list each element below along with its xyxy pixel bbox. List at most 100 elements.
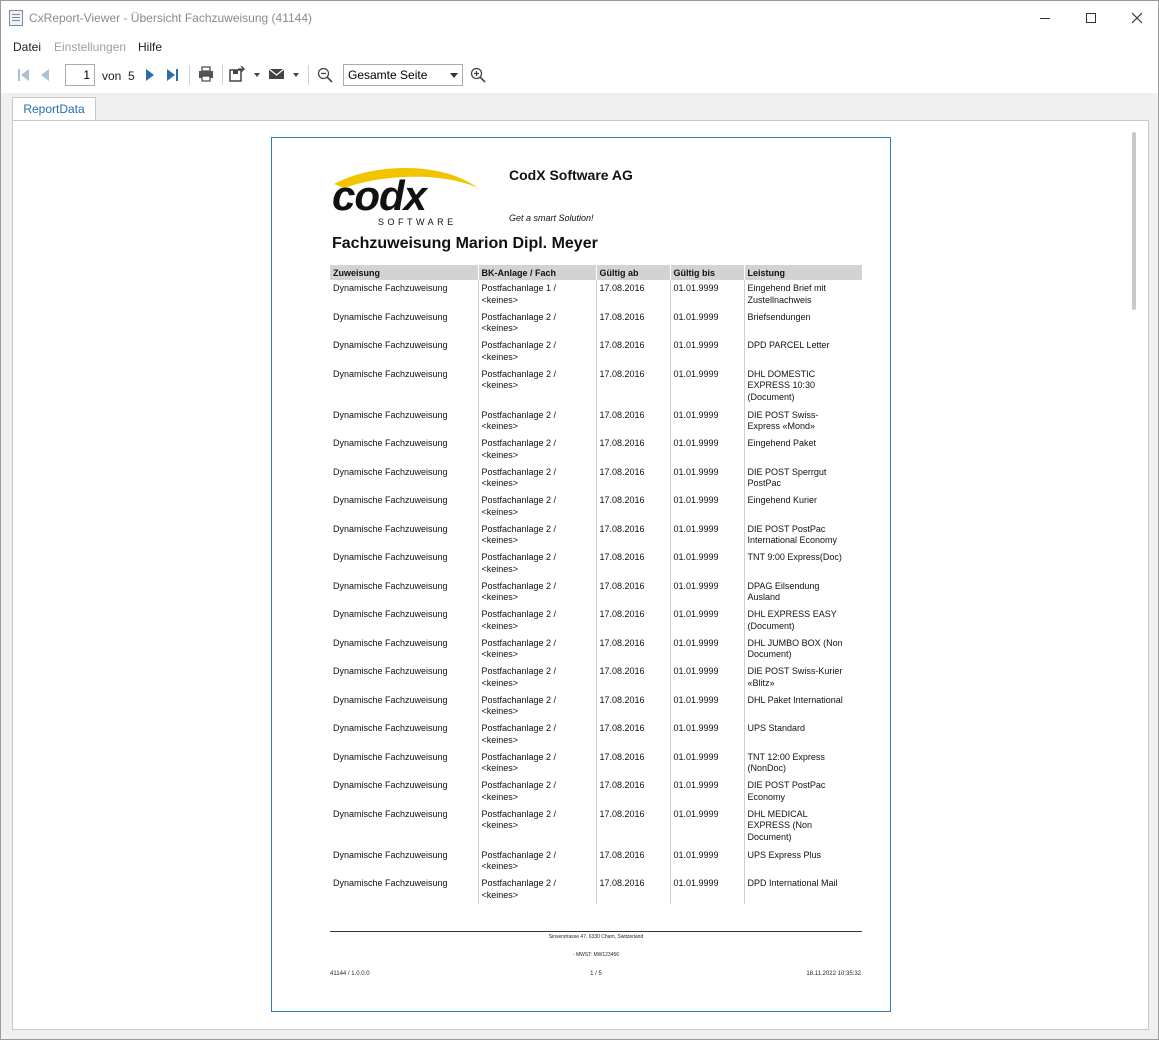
table-cell: DIE POST Swiss-Kurier «Blitz» [747, 666, 843, 688]
table-cell: 17.08.2016 [596, 663, 671, 692]
email-button[interactable] [268, 66, 302, 82]
table-cell: 17.08.2016 [596, 463, 671, 492]
previous-page-button[interactable] [39, 67, 51, 83]
table-cell: Postfachanlage 2 / <keines> [478, 748, 597, 777]
table-cell: 17.08.2016 [596, 846, 671, 875]
table-row: Dynamische Fachzuweisung Postfachanlage 2… [330, 337, 862, 366]
table-cell: Dynamische Fachzuweisung [330, 520, 479, 549]
table-cell: 01.01.9999 [670, 463, 745, 492]
last-page-icon [167, 69, 178, 81]
next-page-button[interactable] [144, 67, 156, 83]
table-cell: Postfachanlage 2 / <keines> [478, 492, 597, 521]
maximize-icon [1086, 13, 1096, 23]
table-cell: DHL MEDICAL EXPRESS (Non Document) [747, 808, 813, 842]
column-header: Zuweisung [330, 265, 479, 280]
table-cell: Dynamische Fachzuweisung [330, 435, 479, 464]
table-cell: 01.01.9999 [670, 435, 745, 464]
table-row: Dynamische Fachzuweisung Postfachanlage 2… [330, 406, 862, 435]
column-header: Gültig bis [670, 265, 745, 280]
svg-text:codx: codx [332, 172, 429, 219]
table-cell: 17.08.2016 [596, 805, 671, 847]
table-cell: Dynamische Fachzuweisung [330, 846, 479, 875]
table-cell: TNT 9:00 Express(Doc) [747, 552, 842, 562]
table-cell: 17.08.2016 [596, 520, 671, 549]
table-row: Dynamische Fachzuweisung Postfachanlage 2… [330, 520, 862, 549]
table-cell: 17.08.2016 [596, 691, 671, 720]
table-row: Dynamische Fachzuweisung Postfachanlage 2… [330, 805, 862, 847]
table-cell: 01.01.9999 [670, 777, 745, 806]
zoom-select[interactable]: Gesamte Seite [343, 64, 463, 86]
table-cell: 01.01.9999 [670, 577, 745, 606]
table-row: Dynamische Fachzuweisung Postfachanlage 2… [330, 875, 862, 904]
zoom-in-button[interactable] [470, 67, 486, 83]
table-cell: Dynamische Fachzuweisung [330, 875, 479, 904]
table-cell: Dynamische Fachzuweisung [330, 691, 479, 720]
menu-help[interactable]: Hilfe [138, 40, 162, 54]
footer-timestamp: 18.11.2022 10:35:32 [806, 971, 861, 977]
table-cell: 01.01.9999 [670, 492, 745, 521]
table-cell: Dynamische Fachzuweisung [330, 606, 479, 635]
zoom-out-button[interactable] [317, 67, 333, 83]
menu-settings[interactable]: Einstellungen [54, 40, 126, 54]
table-cell: 17.08.2016 [596, 875, 671, 904]
table-row: Dynamische Fachzuweisung Postfachanlage 2… [330, 463, 862, 492]
table-row: Dynamische Fachzuweisung Postfachanlage 2… [330, 634, 862, 663]
table-cell: 17.08.2016 [596, 777, 671, 806]
print-button[interactable] [197, 66, 215, 82]
table-cell: DIE POST PostPac International Economy [747, 523, 838, 546]
table-row: Dynamische Fachzuweisung Postfachanlage 2… [330, 777, 862, 806]
minimize-button[interactable] [1022, 1, 1068, 35]
menu-file[interactable]: Datei [13, 40, 41, 54]
footer-vat: - MWST: MW123456 [572, 952, 620, 958]
table-cell: Postfachanlage 2 / <keines> [478, 805, 597, 847]
table-cell: Dynamische Fachzuweisung [330, 663, 479, 692]
printer-icon [199, 66, 213, 82]
tab-report-data[interactable]: ReportData [12, 97, 96, 121]
table-cell: Postfachanlage 2 / <keines> [478, 308, 597, 337]
table-cell: Briefsendungen [747, 311, 811, 322]
first-page-button[interactable] [17, 67, 31, 83]
table-cell: 17.08.2016 [596, 280, 671, 309]
table-cell: 17.08.2016 [596, 634, 671, 663]
table-cell: Eingehend Brief mit Zustellnachweis [747, 283, 827, 305]
report-title: Fachzuweisung Marion Dipl. Meyer [332, 235, 598, 252]
window-title: CxReport-Viewer - Übersicht Fachzuweisun… [29, 11, 313, 25]
export-button[interactable] [229, 66, 261, 82]
company-name: CodX Software AG [509, 167, 633, 183]
table-cell: DHL JUMBO BOX (Non Document) [747, 637, 843, 660]
close-button[interactable] [1114, 1, 1159, 35]
footer-divider [330, 931, 862, 932]
table-cell: 01.01.9999 [670, 280, 745, 309]
next-page-icon [146, 69, 154, 81]
report-viewport: codx SOFTWARE CodX Software AG Get a sma… [12, 120, 1149, 1030]
page-number-input[interactable]: 1 [65, 64, 95, 86]
table-cell: Dynamische Fachzuweisung [330, 406, 479, 435]
table-cell: 17.08.2016 [596, 406, 671, 435]
table-cell: Dynamische Fachzuweisung [330, 280, 479, 309]
table-cell: 01.01.9999 [670, 720, 745, 749]
table-cell: 17.08.2016 [596, 549, 671, 578]
page-total: 5 [128, 69, 135, 83]
maximize-button[interactable] [1068, 1, 1114, 35]
report-page: codx SOFTWARE CodX Software AG Get a sma… [271, 137, 891, 1012]
table-cell: Dynamische Fachzuweisung [330, 777, 479, 806]
table-cell: 17.08.2016 [596, 492, 671, 521]
toolbar-separator [189, 65, 190, 85]
table-cell: Postfachanlage 2 / <keines> [478, 777, 597, 806]
column-header: Leistung [744, 265, 862, 280]
last-page-button[interactable] [165, 67, 179, 83]
table-cell: DPAG Eilsendung Ausland [747, 580, 820, 603]
table-cell: 01.01.9999 [670, 365, 745, 407]
table-cell: DIE POST PostPac Economy [747, 780, 826, 802]
table-cell: 01.01.9999 [670, 846, 745, 875]
table-cell: 17.08.2016 [596, 435, 671, 464]
vertical-scrollbar[interactable] [1132, 132, 1136, 310]
table-cell: UPS Standard [747, 723, 806, 733]
page-of-label: von [102, 69, 122, 83]
table-row: Dynamische Fachzuweisung Postfachanlage 2… [330, 846, 862, 875]
table-cell: Postfachanlage 2 / <keines> [478, 435, 597, 464]
table-cell: Dynamische Fachzuweisung [330, 748, 479, 777]
table-cell: Postfachanlage 2 / <keines> [478, 691, 597, 720]
table-cell: Dynamische Fachzuweisung [330, 549, 479, 578]
table-row: Dynamische Fachzuweisung Postfachanlage 2… [330, 720, 862, 749]
